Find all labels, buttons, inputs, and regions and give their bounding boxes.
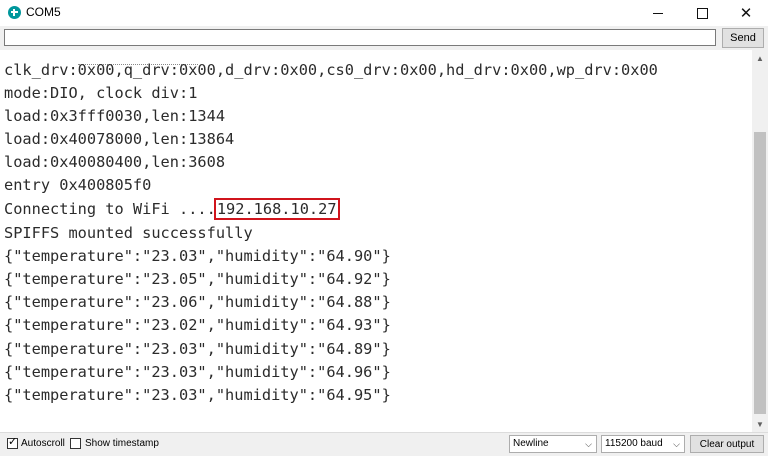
output-line: {"temperature":"23.03","humidity":"64.95… bbox=[4, 386, 391, 404]
line-ending-select[interactable]: Newline ⌵ bbox=[509, 435, 597, 453]
output-line: clk_drv:0x00,q_drv:0x00,d_drv:0x00,cs0_d… bbox=[4, 61, 658, 79]
checkmark-icon: ✓ bbox=[8, 436, 18, 448]
vertical-scrollbar[interactable]: ▲ ▼ bbox=[752, 50, 768, 432]
scroll-up-arrow-icon[interactable]: ▲ bbox=[752, 50, 768, 66]
output-line: entry 0x400805f0 bbox=[4, 176, 152, 194]
status-bar: ✓ Autoscroll Show timestamp Newline ⌵ 11… bbox=[0, 432, 768, 456]
scroll-thumb[interactable] bbox=[754, 132, 766, 414]
wifi-connect-line: Connecting to WiFi ....192.168.10.27 bbox=[4, 198, 340, 220]
output-line: {"temperature":"23.03","humidity":"64.90… bbox=[4, 247, 391, 265]
scroll-down-arrow-icon[interactable]: ▼ bbox=[752, 416, 768, 432]
title-bar: COM5 ✕ bbox=[0, 0, 768, 26]
output-line: {"temperature":"23.02","humidity":"64.93… bbox=[4, 316, 391, 334]
baud-rate-select[interactable]: 115200 baud ⌵ bbox=[601, 435, 685, 453]
send-button[interactable]: Send bbox=[722, 28, 764, 48]
clear-output-button[interactable]: Clear output bbox=[690, 435, 764, 453]
close-button[interactable]: ✕ bbox=[724, 0, 768, 26]
close-icon: ✕ bbox=[739, 5, 753, 22]
show-timestamp-label[interactable]: Show timestamp bbox=[85, 438, 159, 449]
maximize-button[interactable] bbox=[680, 0, 724, 26]
ip-address-highlight: 192.168.10.27 bbox=[213, 198, 340, 220]
output-line: {"temperature":"23.06","humidity":"64.88… bbox=[4, 293, 391, 311]
wifi-connect-text: Connecting to WiFi .... bbox=[4, 200, 216, 218]
output-line: {"temperature":"23.03","humidity":"64.89… bbox=[4, 340, 391, 358]
window-title: COM5 bbox=[26, 5, 61, 19]
autoscroll-checkbox[interactable]: ✓ bbox=[7, 436, 18, 449]
serial-output[interactable]: clk_drv:0x00,q_drv:0x00,d_drv:0x00,cs0_d… bbox=[0, 50, 752, 432]
minimize-button[interactable] bbox=[636, 0, 680, 26]
output-line: mode:DIO, clock div:1 bbox=[4, 84, 198, 102]
output-line: load:0x40080400,len:3608 bbox=[4, 153, 226, 171]
baud-rate-value: 115200 baud bbox=[605, 438, 663, 449]
maximize-icon bbox=[696, 7, 708, 19]
show-timestamp-checkbox[interactable] bbox=[70, 438, 81, 449]
output-line: SPIFFS mounted successfully bbox=[4, 224, 253, 242]
line-ending-value: Newline bbox=[513, 438, 549, 449]
minimize-icon bbox=[653, 12, 663, 14]
serial-input[interactable] bbox=[4, 29, 716, 46]
output-line: {"temperature":"23.03","humidity":"64.96… bbox=[4, 363, 391, 381]
autoscroll-label[interactable]: Autoscroll bbox=[21, 438, 65, 449]
output-line: {"temperature":"23.05","humidity":"64.92… bbox=[4, 270, 391, 288]
output-line: load:0x3fff0030,len:1344 bbox=[4, 107, 226, 125]
send-bar: Send bbox=[0, 26, 768, 50]
arduino-icon bbox=[8, 6, 21, 19]
chevron-down-icon: ⌵ bbox=[585, 439, 592, 449]
chevron-down-icon: ⌵ bbox=[673, 439, 680, 449]
output-line: load:0x40078000,len:13864 bbox=[4, 130, 235, 148]
